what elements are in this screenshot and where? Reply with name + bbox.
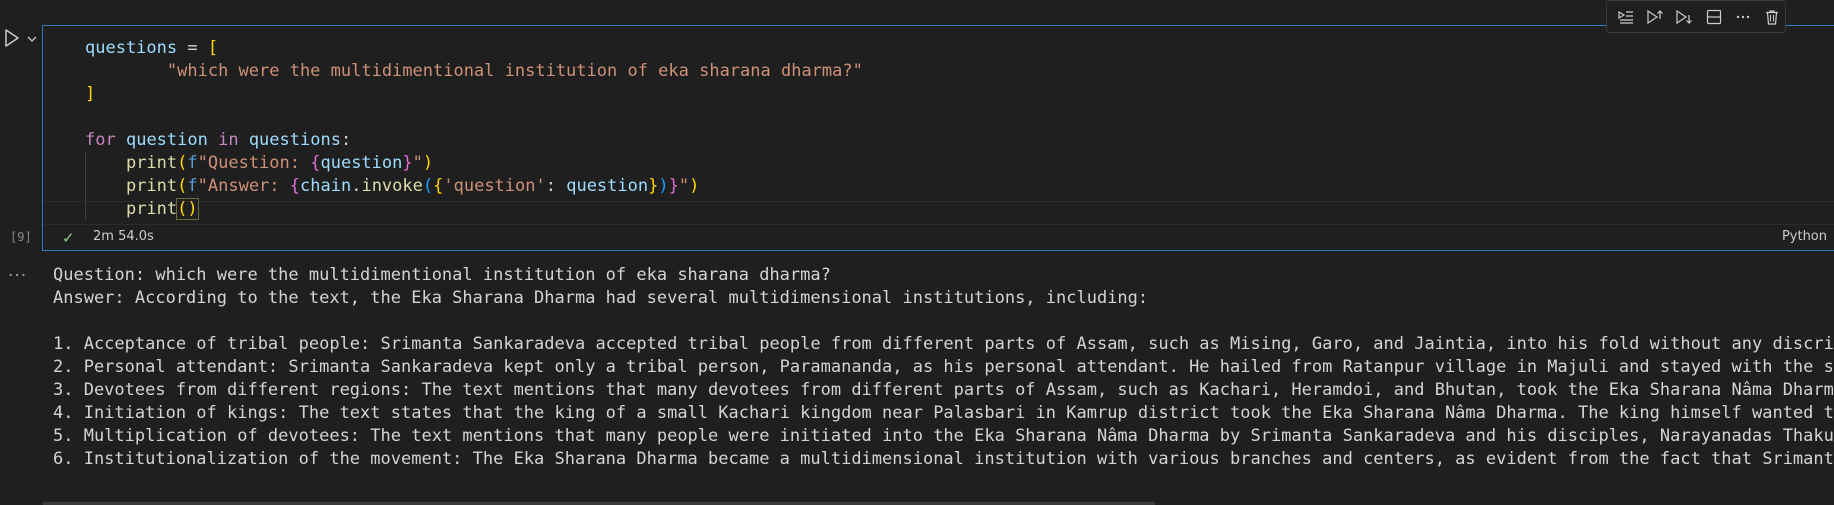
- output-line: 2. Personal attendant: Srimanta Sankarad…: [53, 357, 1834, 377]
- cell-status-bar: ✓ 2m 54.0s Python: [43, 224, 1834, 250]
- code-token: :: [340, 130, 352, 150]
- code-token: questions: [248, 130, 341, 150]
- code-token: "Answer:: [197, 176, 290, 196]
- output-line: 1. Acceptance of tribal people: Srimanta…: [53, 334, 1834, 354]
- check-icon: ✓: [62, 229, 75, 247]
- output-line: 4. Initiation of kings: The text states …: [53, 403, 1834, 423]
- code-token: =: [177, 38, 208, 58]
- indent-guide: [85, 198, 86, 221]
- code-cell[interactable]: questions = [ "which were the multidimen…: [42, 25, 1834, 251]
- code-token: }: [648, 176, 659, 196]
- code-line-8: print(): [85, 198, 863, 221]
- output-more-actions-button[interactable]: ...: [8, 261, 27, 281]
- cell-output: Question: which were the multidimentiona…: [53, 264, 1834, 471]
- code-token: ": [412, 153, 423, 173]
- code-token: f: [187, 153, 198, 173]
- execute-above-icon: [1618, 10, 1633, 24]
- code-editor[interactable]: questions = [ "which were the multidimen…: [85, 37, 863, 221]
- code-token: print: [125, 199, 178, 219]
- execute-cell-and-below-icon: [1676, 9, 1693, 24]
- run-cell-button[interactable]: [3, 27, 23, 49]
- code-token: ): [689, 176, 700, 196]
- code-token: ]: [85, 84, 96, 104]
- code-token: ": [678, 176, 690, 196]
- code-token: "which were the multidimentional institu…: [166, 61, 863, 81]
- execute-cell-and-above-button[interactable]: [1642, 4, 1667, 30]
- execution-duration: 2m 54.0s: [93, 229, 154, 244]
- output-line: Question: which were the multidimentiona…: [53, 265, 831, 285]
- code-token: (: [177, 153, 188, 173]
- output-line: 5. Multiplication of devotees: The text …: [53, 426, 1834, 446]
- split-cell-button[interactable]: [1701, 4, 1726, 30]
- code-token: (): [176, 198, 199, 220]
- code-token: .: [351, 176, 362, 196]
- code-token: (: [422, 176, 434, 196]
- code-token: for: [85, 130, 116, 150]
- code-token: questions: [85, 38, 178, 58]
- cell-toolbar: [1606, 0, 1786, 33]
- execute-cell-and-below-button[interactable]: [1672, 4, 1697, 30]
- code-token: (: [177, 176, 188, 196]
- code-line-6: print(f"Question: {question}"): [85, 152, 863, 175]
- indent-guide: [85, 152, 86, 175]
- execute-cell-and-above-icon: [1647, 9, 1663, 24]
- delete-cell-button[interactable]: [1760, 4, 1785, 30]
- code-line-1: questions = [: [85, 37, 863, 60]
- output-line: 3. Devotees from different regions: The …: [53, 380, 1834, 400]
- more-actions-icon: [1736, 15, 1750, 18]
- indent-guide: [85, 175, 86, 198]
- code-token: f: [187, 176, 198, 196]
- code-token: ): [658, 176, 669, 196]
- execute-above-button[interactable]: [1613, 4, 1638, 30]
- output-line: 6. Institutionalization of the movement:…: [53, 449, 1834, 469]
- code-line-3: ]: [85, 83, 863, 106]
- code-token: print: [125, 176, 178, 196]
- code-token: question: [125, 130, 208, 150]
- code-token: {: [433, 176, 444, 196]
- code-token: in: [207, 130, 249, 150]
- code-token: chain: [300, 176, 352, 196]
- code-token: question: [566, 176, 649, 196]
- code-token: [: [207, 38, 219, 58]
- code-token: }: [402, 153, 413, 173]
- code-line-2: "which were the multidimentional institu…: [85, 60, 863, 83]
- code-token: }: [668, 176, 679, 196]
- code-token: "Question:: [197, 153, 311, 173]
- more-actions-button[interactable]: [1730, 4, 1755, 30]
- code-token: {: [289, 176, 301, 196]
- run-options-chevron-icon[interactable]: [26, 30, 38, 42]
- delete-cell-icon: [1766, 9, 1779, 25]
- language-selector[interactable]: Python: [1782, 229, 1827, 244]
- code-token: :: [545, 176, 567, 196]
- code-token: print: [125, 153, 178, 173]
- code-line-5: for question in questions:: [85, 129, 863, 152]
- code-token: {: [310, 153, 321, 173]
- code-token: ): [422, 153, 434, 173]
- code-token: invoke: [361, 176, 423, 196]
- output-line: Answer: According to the text, the Eka S…: [53, 288, 1149, 308]
- code-line-7: print(f"Answer: {chain.invoke({'question…: [85, 175, 863, 198]
- execution-count: [9]: [10, 230, 32, 244]
- play-icon: [5, 29, 19, 47]
- split-cell-icon: [1706, 9, 1721, 24]
- code-token: 'question': [443, 176, 546, 196]
- code-token: question: [320, 153, 403, 173]
